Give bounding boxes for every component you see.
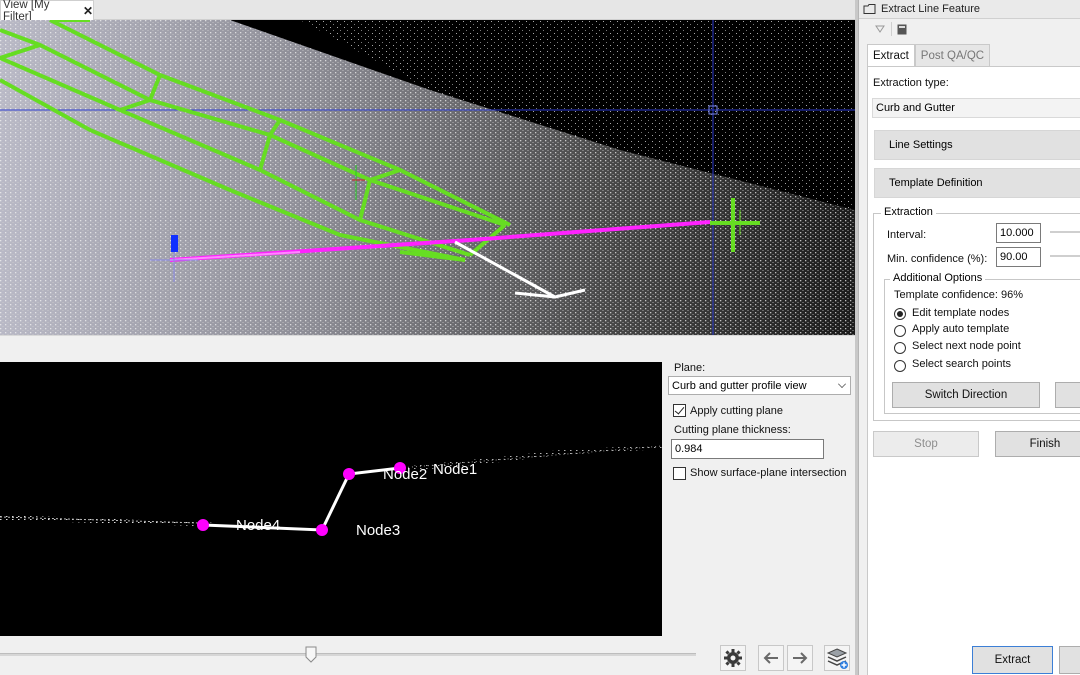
plane-options-panel: Plane: Curb and gutter profile view Appl… [662, 359, 855, 639]
select-next-node-point-radio[interactable] [894, 342, 906, 354]
tab-post-qa-qc[interactable]: Post QA/QC [914, 44, 991, 66]
profile-view[interactable]: Node1 Node2 Node3 Node4 [0, 362, 662, 636]
collapse-triangle-icon[interactable] [875, 25, 885, 33]
show-intersection-label: Show surface-plane intersection [690, 467, 847, 479]
switch-direction-label: Switch Direction [924, 389, 1008, 401]
panel-title-bar: Extract Line Feature [859, 0, 1080, 19]
node3-handle[interactable] [316, 524, 328, 536]
min-confidence-input[interactable]: 90.00 [996, 247, 1041, 267]
panel-tabs: Extract Post QA/QC [867, 44, 991, 66]
stop-button[interactable]: Stop [873, 431, 979, 457]
stop-label: Stop [914, 438, 938, 450]
line-settings-button[interactable]: Line Settings [874, 130, 1080, 160]
chevron-down-icon [838, 380, 846, 388]
extraction-type-select[interactable]: Curb and Gutter [872, 98, 1080, 118]
panel-toolbar [859, 19, 1080, 41]
switch-direction-button[interactable]: Switch Direction [892, 382, 1040, 408]
cutting-plane-thickness-value: 0.984 [675, 443, 703, 455]
apply-cutting-plane-label: Apply cutting plane [690, 405, 783, 417]
extraction-type-value: Curb and Gutter [876, 102, 955, 114]
extraction-type-label: Extraction type: [873, 77, 949, 89]
bottom-toolbar [0, 639, 855, 675]
gear-icon [724, 649, 742, 667]
extraction-group-legend: Extraction [881, 206, 936, 218]
view-splitter[interactable] [0, 335, 855, 359]
additional-options-legend: Additional Options [890, 272, 986, 284]
extract-line-feature-panel: Extract Line Feature Extract Post QA/QC … [858, 0, 1080, 675]
min-confidence-value: 90.00 [1000, 251, 1028, 263]
extract-button[interactable]: Extract [972, 646, 1053, 674]
tab-extract[interactable]: Extract [867, 44, 915, 66]
line-settings-label: Line Settings [889, 139, 953, 151]
node4-handle[interactable] [197, 519, 209, 531]
node2-handle[interactable] [343, 468, 355, 480]
node4-label: Node4 [236, 517, 280, 534]
show-intersection-checkbox[interactable] [673, 467, 686, 480]
settings-button[interactable] [720, 645, 746, 671]
plane-label: Plane: [674, 362, 706, 374]
finish-label: Finish [1029, 438, 1061, 450]
template-definition-button[interactable]: Template Definition [874, 168, 1080, 198]
extract-label: Extract [994, 654, 1031, 666]
section-slider-track[interactable] [0, 653, 696, 656]
node2-label: Node2 [383, 466, 427, 483]
close-tab-icon[interactable]: ✕ [83, 4, 93, 18]
select-search-points-radio[interactable] [894, 360, 906, 372]
finish-button[interactable]: Finish [995, 431, 1080, 457]
arrow-right-icon [793, 652, 808, 664]
previous-section-button[interactable] [758, 645, 784, 671]
section-slider-thumb[interactable] [305, 646, 317, 663]
interval-input[interactable]: 10.000 [996, 223, 1041, 243]
node3-label: Node3 [356, 522, 400, 539]
layers-button[interactable] [824, 645, 850, 671]
profile-canvas: Node1 Node2 Node3 Node4 [0, 362, 662, 636]
cutting-plane-thickness-label: Cutting plane thickness: [674, 424, 791, 436]
apply-auto-template-label: Apply auto template [912, 323, 1010, 335]
secondary-bottom-button[interactable] [1059, 646, 1080, 674]
extract-tab-content: Extraction type: Curb and Gutter Line Se… [867, 66, 1080, 675]
document-tab[interactable]: View [My Filter] ✕ [0, 0, 94, 23]
cutting-plane-thickness-input[interactable]: 0.984 [671, 439, 824, 459]
folder-icon [863, 4, 876, 14]
panel-title: Extract Line Feature [881, 3, 981, 15]
document-tab-bar: View [My Filter] ✕ [0, 0, 855, 23]
apply-cutting-plane-checkbox[interactable] [673, 404, 686, 417]
interval-slider[interactable] [1050, 231, 1080, 233]
node1-label: Node1 [433, 461, 477, 478]
template-definition-label: Template Definition [889, 177, 983, 189]
select-next-node-point-label: Select next node point [912, 340, 1021, 352]
plane-select-value: Curb and gutter profile view [672, 379, 807, 392]
min-confidence-label: Min. confidence (%): [887, 253, 988, 265]
point-cloud-canvas [0, 20, 855, 335]
interval-value: 10.000 [1000, 227, 1034, 239]
secondary-option-button[interactable] [1055, 382, 1080, 408]
plane-select[interactable]: Curb and gutter profile view [668, 376, 851, 395]
template-confidence-text: Template confidence: 96% [894, 289, 1024, 301]
next-section-button[interactable] [787, 645, 813, 671]
point-cloud-3d-view[interactable] [0, 20, 855, 335]
layers-icon [826, 648, 848, 669]
edit-template-nodes-label: Edit template nodes [912, 307, 1010, 319]
interval-label: Interval: [887, 229, 927, 241]
apply-auto-template-radio[interactable] [894, 325, 906, 337]
arrow-left-icon [763, 652, 778, 664]
calculator-icon[interactable] [897, 24, 907, 35]
select-search-points-label: Select search points [912, 358, 1012, 370]
min-confidence-slider[interactable] [1050, 255, 1080, 257]
edit-template-nodes-radio[interactable] [894, 308, 906, 320]
